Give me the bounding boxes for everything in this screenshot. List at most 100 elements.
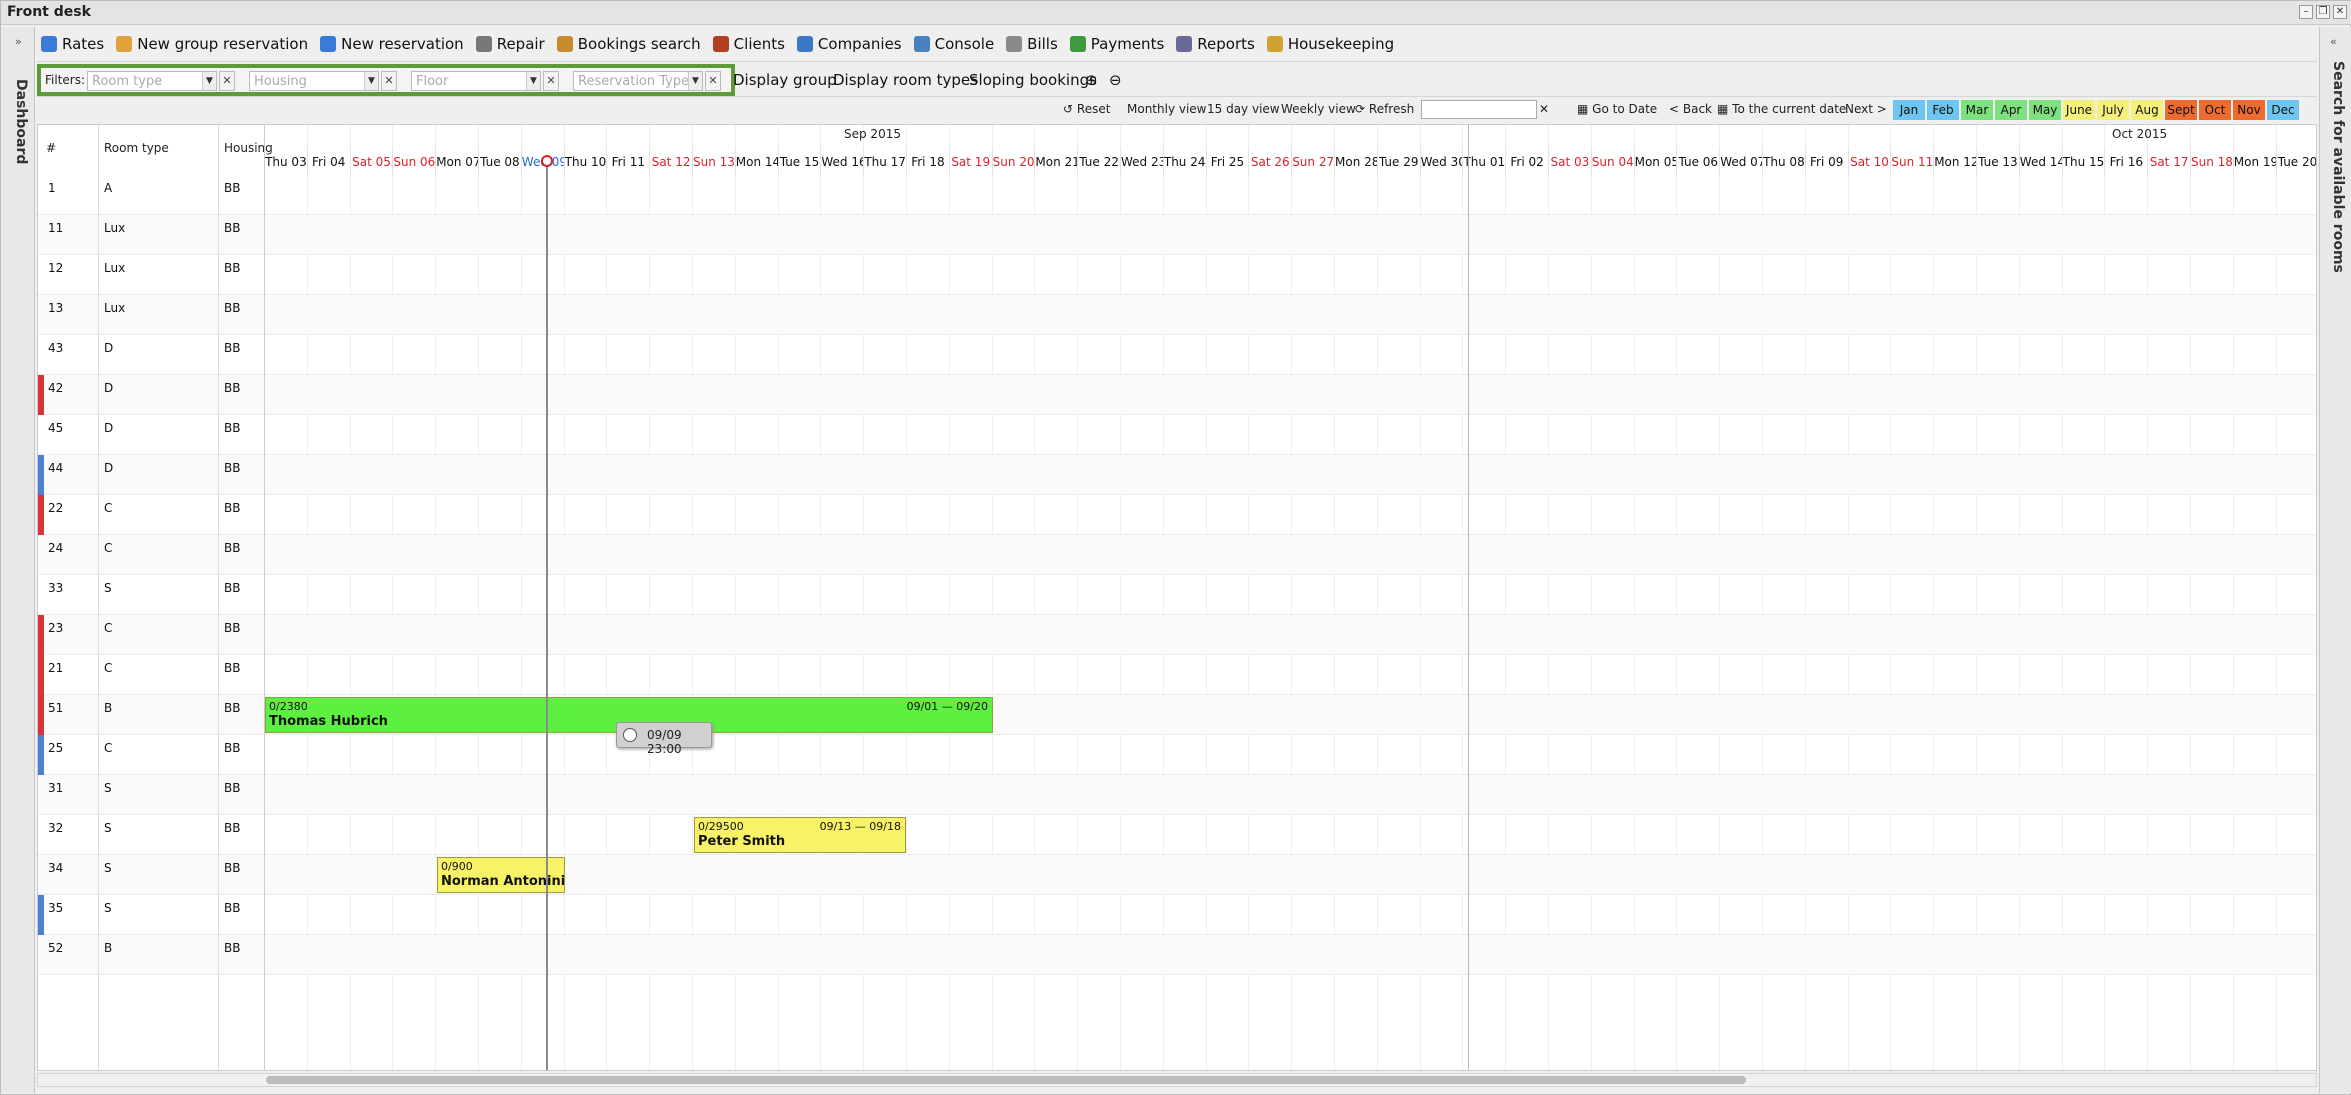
menu-clients[interactable]: Clients <box>712 35 785 53</box>
horizontal-scrollbar[interactable] <box>37 1073 2317 1087</box>
floor-filter[interactable]: Floor ▼ <box>411 71 541 91</box>
booking-block[interactable]: 0/29500 Peter Smith 09/13 — 09/18 <box>694 817 906 853</box>
month-button-apr[interactable]: Apr <box>1995 100 2027 120</box>
room-type: D <box>104 461 114 475</box>
current-time-marker-icon[interactable] <box>541 155 553 167</box>
table-row[interactable]: 45 D BB <box>38 415 2316 455</box>
menu-bills[interactable]: Bills <box>1006 35 1058 53</box>
day-header: Sat 26 <box>1248 149 1291 175</box>
next-button[interactable]: Next > <box>1845 102 1887 116</box>
room-num: 22 <box>48 501 64 515</box>
menu-housekeeping[interactable]: Housekeeping <box>1266 35 1394 53</box>
menu-new-reservation[interactable]: New reservation <box>320 35 464 53</box>
weekly-view-button[interactable]: Weekly view <box>1281 102 1356 116</box>
table-row[interactable]: 35 S BB <box>38 895 2316 935</box>
table-row[interactable]: 1 A BB <box>38 175 2316 215</box>
table-row[interactable]: 52 B BB <box>38 935 2316 975</box>
housing-filter[interactable]: Housing ▼ <box>249 71 379 91</box>
day-header: Thu 10 <box>563 149 607 175</box>
booking-dates: 09/13 — 09/18 <box>819 820 901 833</box>
month-button-nov[interactable]: Nov <box>2233 100 2265 120</box>
room-type-filter[interactable]: Room type ▼ <box>87 71 217 91</box>
minimize-icon[interactable]: – <box>2299 5 2313 19</box>
table-row[interactable]: 33 S BB <box>38 575 2316 615</box>
month-button-sept[interactable]: Sept <box>2165 100 2197 120</box>
table-row[interactable]: 13 Lux BB <box>38 295 2316 335</box>
chevron-down-icon[interactable]: ▼ <box>202 72 216 90</box>
month-button-aug[interactable]: Aug <box>2131 100 2163 120</box>
current-date-button[interactable]: ▦ To the current date <box>1717 102 1846 116</box>
chevron-down-icon[interactable]: ▼ <box>688 72 702 90</box>
menu-companies[interactable]: Companies <box>796 35 902 53</box>
table-row[interactable]: 11 Lux BB <box>38 215 2316 255</box>
booking-code: 0/2380 <box>269 700 308 713</box>
scrollbar-thumb[interactable] <box>266 1076 1746 1084</box>
menu-payments[interactable]: Payments <box>1069 35 1164 53</box>
month-button-may[interactable]: May <box>2029 100 2061 120</box>
month-button-june[interactable]: June <box>2063 100 2095 120</box>
back-button[interactable]: < Back <box>1669 102 1712 116</box>
table-row[interactable]: 21 C BB <box>38 655 2316 695</box>
clear-reservation-type-button[interactable]: ✕ <box>705 71 721 91</box>
reset-button[interactable]: ↺ Reset <box>1063 102 1110 116</box>
sloping-bookings-button[interactable]: Sloping bookings <box>969 71 1097 89</box>
menu-reports[interactable]: Reports <box>1176 35 1255 53</box>
expand-chevron-icon[interactable]: « <box>2330 35 2337 48</box>
month-button-july[interactable]: July <box>2097 100 2129 120</box>
zoom-in-icon[interactable]: ⊕ <box>1085 71 1098 89</box>
date-input[interactable] <box>1421 100 1537 119</box>
day-header: Sun 04 <box>1590 149 1634 175</box>
clear-room-type-button[interactable]: ✕ <box>219 71 235 91</box>
chevron-down-icon[interactable]: ▼ <box>364 72 378 90</box>
table-row[interactable]: 24 C BB <box>38 535 2316 575</box>
day-header: Mon 21 <box>1034 149 1077 175</box>
display-group-button[interactable]: Display group <box>733 71 837 89</box>
clear-floor-button[interactable]: ✕ <box>543 71 559 91</box>
month-button-oct[interactable]: Oct <box>2199 100 2231 120</box>
table-row[interactable]: 32 S BB <box>38 815 2316 855</box>
day-header: Tue 20 <box>2275 149 2316 175</box>
expand-chevron-icon[interactable]: » <box>15 35 22 48</box>
month-button-jan[interactable]: Jan <box>1893 100 1925 120</box>
fifteen-day-view-button[interactable]: 15 day view <box>1207 102 1280 116</box>
table-row[interactable]: 25 C BB <box>38 735 2316 775</box>
front-desk-window: Front desk – ❐ ✕ » Dashboard « Search fo… <box>0 0 2351 1095</box>
day-header: Sun 11 <box>1890 149 1933 175</box>
menu-console[interactable]: Console <box>913 35 994 53</box>
month-button-dec[interactable]: Dec <box>2267 100 2299 120</box>
calendar-icon: ▦ <box>1717 102 1729 116</box>
menu-bookings-search[interactable]: Bookings search <box>556 35 701 53</box>
clear-date-button[interactable]: ✕ <box>1539 102 1549 116</box>
reservation-type-filter[interactable]: Reservation Type ▼ <box>573 71 703 91</box>
table-row[interactable]: 22 C BB <box>38 495 2316 535</box>
display-room-types-button[interactable]: Display room types <box>833 71 978 89</box>
day-header: Wed 07 <box>1719 149 1762 175</box>
month-button-feb[interactable]: Feb <box>1927 100 1959 120</box>
dashboard-panel[interactable]: » Dashboard <box>1 27 35 1093</box>
table-row[interactable]: 34 S BB <box>38 855 2316 895</box>
table-row[interactable]: 43 D BB <box>38 335 2316 375</box>
go-to-date-button[interactable]: ▦ Go to Date <box>1577 102 1657 116</box>
refresh-button[interactable]: ⟳ Refresh <box>1355 102 1414 116</box>
month-button-mar[interactable]: Mar <box>1961 100 1993 120</box>
menu-new-group-reservation[interactable]: New group reservation <box>116 35 308 53</box>
day-header: Wed 23 <box>1120 149 1163 175</box>
chevron-down-icon[interactable]: ▼ <box>526 72 540 90</box>
restore-icon[interactable]: ❐ <box>2316 5 2330 19</box>
room-type: S <box>104 901 112 915</box>
menu-rates[interactable]: Rates <box>41 35 104 53</box>
room-num: 24 <box>48 541 64 555</box>
monthly-view-button[interactable]: Monthly view <box>1127 102 1207 116</box>
reports-icon <box>1176 36 1193 52</box>
table-row[interactable]: 44 D BB <box>38 455 2316 495</box>
close-icon[interactable]: ✕ <box>2333 5 2347 19</box>
table-row[interactable]: 31 S BB <box>38 775 2316 815</box>
search-available-rooms-panel[interactable]: « Search for available rooms <box>2319 27 2351 1093</box>
table-row[interactable]: 42 D BB <box>38 375 2316 415</box>
table-row[interactable]: 23 C BB <box>38 615 2316 655</box>
menu-repair[interactable]: Repair <box>475 35 545 53</box>
table-row[interactable]: 12 Lux BB <box>38 255 2316 295</box>
clear-housing-button[interactable]: ✕ <box>381 71 397 91</box>
housekeeping-icon <box>1266 36 1283 52</box>
zoom-out-icon[interactable]: ⊖ <box>1109 71 1122 89</box>
